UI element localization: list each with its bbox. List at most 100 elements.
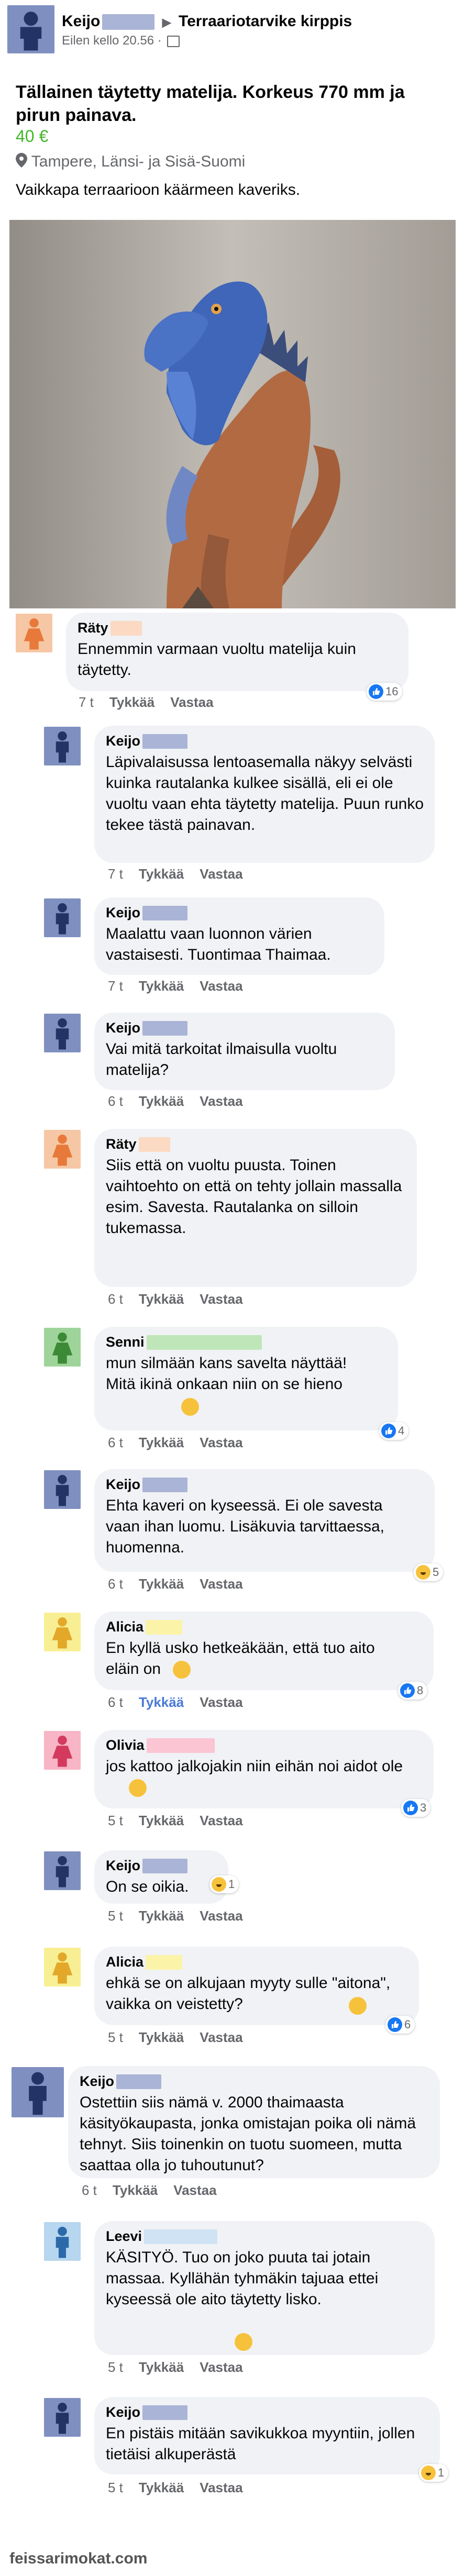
comment-author[interactable]: Keijo bbox=[106, 1858, 140, 1874]
author-avatar[interactable] bbox=[7, 5, 54, 53]
like-button[interactable]: Tykkää bbox=[139, 2359, 184, 2375]
comment-author[interactable]: Räty bbox=[78, 620, 108, 636]
comment-time[interactable]: 7 t bbox=[108, 866, 123, 882]
commenter-avatar[interactable] bbox=[44, 1328, 81, 1367]
commenter-avatar[interactable] bbox=[44, 1130, 81, 1169]
comment-bubble[interactable]: Räty Ennemmin varmaan vuoltu matelija ku… bbox=[66, 613, 408, 691]
comment-time[interactable]: 6 t bbox=[108, 1291, 123, 1307]
comment-bubble[interactable]: Olivia jos kattoo jalkojakin niin eihän … bbox=[94, 1730, 434, 1808]
reply-button[interactable]: Vastaa bbox=[200, 2359, 242, 2375]
like-icon bbox=[400, 1683, 415, 1698]
reply-button[interactable]: Vastaa bbox=[173, 2182, 216, 2199]
comment-author[interactable]: Alicia bbox=[106, 1619, 143, 1635]
comment-bubble[interactable]: Keijo Maalattu vaan luonnon värien vasta… bbox=[94, 897, 384, 975]
reply-button[interactable]: Vastaa bbox=[200, 1435, 242, 1451]
post-photo[interactable] bbox=[9, 220, 456, 608]
commenter-avatar[interactable] bbox=[12, 2067, 64, 2117]
comment-time[interactable]: 6 t bbox=[108, 1093, 123, 1109]
author-name[interactable]: Keijo bbox=[62, 13, 100, 30]
commenter-avatar[interactable] bbox=[44, 2222, 81, 2261]
comment-time[interactable]: 5 t bbox=[108, 1813, 123, 1829]
commenter-avatar[interactable] bbox=[44, 2398, 81, 2437]
comment-bubble[interactable]: Keijo Läpivalaisussa lentoasemalla näkyy… bbox=[94, 726, 435, 863]
comment-author[interactable]: Räty bbox=[106, 1136, 137, 1152]
comment-author[interactable]: Keijo bbox=[106, 905, 140, 921]
like-button[interactable]: Tykkää bbox=[113, 2182, 158, 2199]
comment-bubble[interactable]: Keijo On se oikia. bbox=[94, 1850, 228, 1904]
like-button[interactable]: Tykkää bbox=[139, 1291, 184, 1307]
comment-author[interactable]: Keijo bbox=[106, 2404, 140, 2420]
reply-button[interactable]: Vastaa bbox=[200, 978, 242, 994]
comment-author[interactable]: Leevi bbox=[106, 2228, 142, 2245]
reply-button[interactable]: Vastaa bbox=[170, 694, 213, 710]
commenter-avatar[interactable] bbox=[44, 1731, 81, 1770]
like-button[interactable]: Tykkää bbox=[139, 1093, 184, 1109]
comment-bubble[interactable]: Alicia ehkä se on alkujaan myyty sulle "… bbox=[94, 1947, 419, 2025]
commenter-avatar[interactable] bbox=[44, 1470, 81, 1509]
comment-bubble[interactable]: Senni mun silmään kans savelta näyttää! … bbox=[94, 1327, 398, 1430]
post-time[interactable]: Eilen kello 20.56 · bbox=[62, 34, 162, 48]
comment-time[interactable]: 5 t bbox=[108, 2480, 123, 2496]
comment-bubble[interactable]: Alicia En kyllä usko hetkeäkään, että tu… bbox=[94, 1612, 434, 1690]
comment-time[interactable]: 5 t bbox=[108, 1908, 123, 1924]
comment-author[interactable]: Alicia bbox=[106, 1954, 143, 1970]
comment-time[interactable]: 5 t bbox=[108, 2359, 123, 2375]
commenter-avatar[interactable] bbox=[44, 1948, 81, 1986]
grin-emoji-icon bbox=[349, 1997, 367, 2015]
like-button[interactable]: Tykkää bbox=[139, 2480, 184, 2496]
reply-button[interactable]: Vastaa bbox=[200, 1291, 242, 1307]
commenter-avatar[interactable] bbox=[44, 1014, 81, 1052]
like-button[interactable]: Tykkää bbox=[139, 1576, 184, 1592]
reply-button[interactable]: Vastaa bbox=[200, 866, 242, 882]
reaction-count[interactable]: 3 bbox=[401, 1799, 431, 1817]
comment-time[interactable]: 7 t bbox=[79, 694, 94, 710]
post-location[interactable]: Tampere, Länsi- ja Sisä-Suomi bbox=[31, 153, 246, 170]
like-button[interactable]: Tykkää bbox=[139, 1435, 184, 1451]
like-button[interactable]: Tykkää bbox=[139, 978, 184, 994]
commenter-avatar[interactable] bbox=[44, 898, 81, 937]
comment-time[interactable]: 6 t bbox=[108, 1694, 123, 1711]
reply-button[interactable]: Vastaa bbox=[200, 1694, 242, 1711]
like-button[interactable]: Tykkää bbox=[139, 2029, 184, 2046]
reply-button[interactable]: Vastaa bbox=[200, 2029, 242, 2046]
like-button[interactable]: Tykkää bbox=[109, 694, 154, 710]
comment-bubble[interactable]: Leevi KÄSITYÖ. Tuo on joko puuta tai jot… bbox=[94, 2221, 435, 2355]
reaction-count[interactable]: 16 bbox=[367, 683, 403, 701]
reaction-count[interactable]: 1 bbox=[419, 2464, 449, 2482]
comment-author[interactable]: Keijo bbox=[106, 1020, 140, 1036]
comment-time[interactable]: 6 t bbox=[108, 1435, 123, 1451]
reply-button[interactable]: Vastaa bbox=[200, 1576, 242, 1592]
comment-author[interactable]: Keijo bbox=[80, 2073, 114, 2090]
comment-bubble[interactable]: Räty Siis että on vuoltu puusta. Toinen … bbox=[94, 1129, 417, 1287]
reply-button[interactable]: Vastaa bbox=[200, 2480, 242, 2496]
comment-author[interactable]: Keijo bbox=[106, 733, 140, 749]
commenter-avatar[interactable] bbox=[44, 1613, 81, 1651]
comment-bubble[interactable]: Keijo Vai mitä tarkoitat ilmaisulla vuol… bbox=[94, 1013, 395, 1090]
comment-bubble[interactable]: Keijo En pistäis mitään savikukkoa myynt… bbox=[94, 2397, 440, 2474]
comment-bubble[interactable]: Keijo Ostettiin siis nämä v. 2000 thaima… bbox=[68, 2066, 440, 2178]
comment-author[interactable]: Senni bbox=[106, 1334, 145, 1350]
commenter-avatar[interactable] bbox=[44, 727, 81, 765]
comment-time[interactable]: 6 t bbox=[108, 1576, 123, 1592]
reaction-count[interactable]: 4 bbox=[379, 1422, 409, 1440]
like-button[interactable]: Tykkää bbox=[139, 866, 184, 882]
like-button[interactable]: Tykkää bbox=[139, 1694, 184, 1711]
comment-author[interactable]: Keijo bbox=[106, 1476, 140, 1493]
reaction-count[interactable]: 1 bbox=[209, 1875, 239, 1893]
commenter-avatar[interactable] bbox=[44, 1851, 81, 1890]
comment-author[interactable]: Olivia bbox=[106, 1737, 145, 1753]
like-button[interactable]: Tykkää bbox=[139, 1908, 184, 1924]
comment-bubble[interactable]: Keijo Ehta kaveri on kyseessä. Ei ole sa… bbox=[94, 1469, 435, 1572]
reply-button[interactable]: Vastaa bbox=[200, 1093, 242, 1109]
comment-time[interactable]: 5 t bbox=[108, 2029, 123, 2046]
comment-time[interactable]: 6 t bbox=[82, 2182, 97, 2199]
reaction-count[interactable]: 6 bbox=[385, 2016, 415, 2034]
reply-button[interactable]: Vastaa bbox=[200, 1813, 242, 1829]
comment-time[interactable]: 7 t bbox=[108, 978, 123, 994]
reply-button[interactable]: Vastaa bbox=[200, 1908, 242, 1924]
reaction-count[interactable]: 8 bbox=[398, 1682, 428, 1700]
commenter-avatar[interactable] bbox=[16, 614, 52, 652]
group-name[interactable]: Terraariotarvike kirppis bbox=[179, 13, 352, 30]
like-button[interactable]: Tykkää bbox=[139, 1813, 184, 1829]
reaction-count[interactable]: 5 bbox=[414, 1563, 444, 1581]
